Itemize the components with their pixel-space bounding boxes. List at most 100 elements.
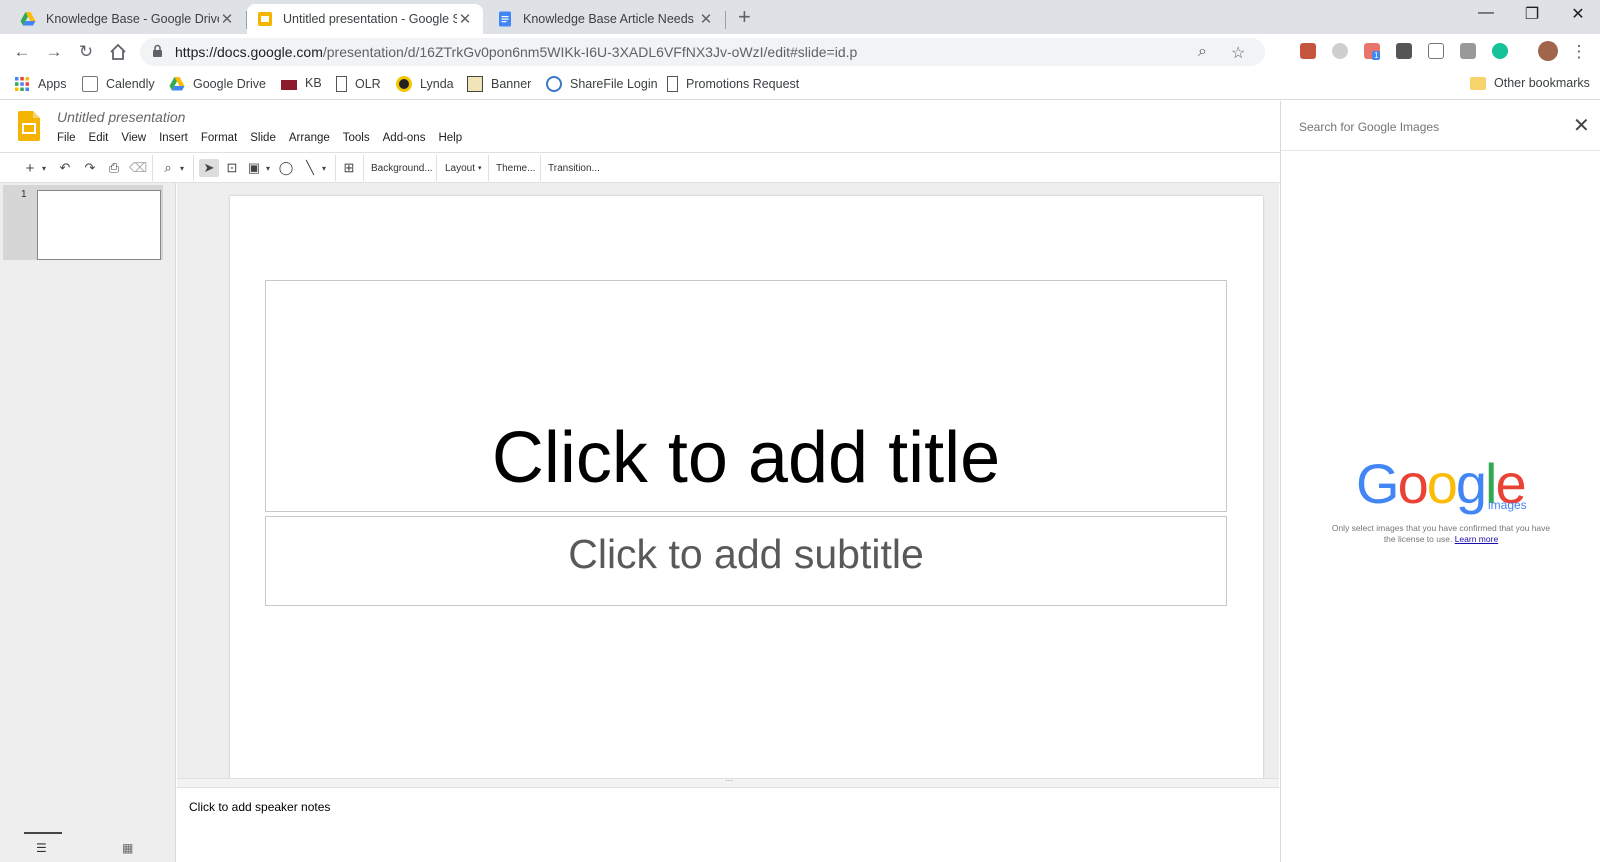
reload-icon[interactable]: ↻ (75, 41, 97, 63)
notification-extension-icon[interactable]: 1 (1364, 43, 1381, 60)
zoom-dropdown-icon[interactable]: ▾ (178, 159, 186, 177)
minimize-icon[interactable]: — (1474, 4, 1498, 22)
google-images-panel: ✕ Google images Only select images that … (1280, 101, 1600, 862)
speaker-notes[interactable]: Click to add speaker notes (177, 788, 1279, 862)
bookmark-lynda[interactable]: Lynda (396, 76, 454, 92)
doc-header: Untitled presentation File Edit View Ins… (0, 101, 1280, 153)
redo-icon[interactable]: ↷ (82, 159, 98, 177)
bookmark-google-drive[interactable]: Google Drive (169, 76, 266, 92)
toolbar-divider (540, 155, 541, 181)
tab-knowledge-base-article[interactable]: Knowledge Base Article Needs - ✕ (487, 4, 724, 34)
bookmark-label: OLR (355, 77, 381, 91)
document-title[interactable]: Untitled presentation (57, 109, 185, 125)
close-tab-icon[interactable]: ✕ (698, 10, 714, 28)
tab-title: Untitled presentation - Google S (283, 12, 457, 26)
acrobat-extension-icon[interactable] (1300, 43, 1316, 59)
list-view-icon[interactable]: ☰ (36, 841, 47, 855)
google-slides-logo[interactable] (18, 111, 40, 141)
pen-extension-icon[interactable] (1460, 43, 1476, 59)
lock-icon (153, 44, 162, 57)
image-icon[interactable]: ▣ (246, 159, 262, 177)
slide-thumbnail-selected[interactable]: 1 (3, 185, 163, 260)
slide-canvas: Click to add title Click to add subtitle (177, 183, 1279, 778)
insert-comment-icon[interactable]: ⊞ (341, 159, 357, 177)
chrome-menu-icon[interactable]: ⋮ (1568, 41, 1590, 63)
bookmark-kb[interactable]: KB (281, 76, 322, 90)
menu-insert[interactable]: Insert (159, 132, 188, 144)
close-window-icon[interactable]: ✕ (1566, 4, 1590, 24)
menu-arrange[interactable]: Arrange (289, 132, 330, 144)
menu-help[interactable]: Help (438, 132, 462, 144)
bookmark-calendly[interactable]: Calendly (82, 76, 155, 92)
line-dropdown-icon[interactable]: ▾ (320, 159, 328, 177)
zoom-icon[interactable]: ⌕ (160, 159, 176, 177)
background-button[interactable]: Background... (371, 159, 433, 177)
bookmark-apps[interactable]: Apps (14, 76, 67, 92)
restore-icon[interactable]: ❐ (1520, 4, 1544, 24)
bookmark-sharefile-login[interactable]: ShareFile Login (546, 76, 658, 92)
print-icon[interactable]: ⎙ (106, 159, 122, 177)
menu-tools[interactable]: Tools (343, 132, 370, 144)
grammarly-icon[interactable] (1492, 43, 1508, 59)
theme-button[interactable]: Theme... (496, 159, 535, 177)
line-icon[interactable]: ╲ (302, 159, 318, 177)
copy-extension-icon[interactable] (1428, 43, 1444, 59)
new-tab-button[interactable]: + (738, 6, 751, 28)
image-search-input[interactable] (1299, 117, 1559, 137)
image-dropdown-icon[interactable]: ▾ (264, 159, 272, 177)
bookmark-banner[interactable]: Banner (467, 76, 531, 92)
profile-avatar[interactable] (1538, 41, 1558, 61)
sharefile-icon (546, 76, 562, 92)
address-bar[interactable]: https://docs.google.com/presentation/d/1… (140, 38, 1265, 66)
select-cursor-icon[interactable]: ➤ (199, 159, 219, 177)
shape-icon[interactable]: ◯ (278, 159, 294, 177)
new-slide-dropdown-icon[interactable]: ▾ (40, 159, 48, 177)
paint-format-icon[interactable]: ⌫ (129, 159, 147, 177)
bookmarks-bar: Apps Calendly Google Drive KB OLR Lynda … (0, 70, 1600, 100)
filmstrip-view-toggle: ☰ ▦ (0, 832, 176, 862)
menu-edit[interactable]: Edit (89, 132, 109, 144)
bookmark-promotions-request[interactable]: Promotions Request (667, 76, 799, 92)
close-icon[interactable]: ✕ (1573, 113, 1590, 138)
close-tab-icon[interactable]: ✕ (219, 10, 235, 28)
back-icon[interactable]: ← (11, 41, 33, 63)
bookmark-star-icon[interactable]: ☆ (1231, 43, 1245, 63)
menu-add-ons[interactable]: Add-ons (383, 132, 426, 144)
forward-icon[interactable]: → (43, 41, 65, 63)
menu-format[interactable]: Format (201, 132, 237, 144)
google-docs-icon (499, 11, 511, 27)
page-icon (667, 76, 678, 92)
banner-icon (467, 76, 483, 92)
menu-file[interactable]: File (57, 132, 76, 144)
learn-more-link[interactable]: Learn more (1455, 534, 1498, 544)
text-box-icon[interactable]: ⊡ (224, 159, 240, 177)
other-bookmarks[interactable]: Other bookmarks (1470, 76, 1590, 90)
layout-label: Layout (445, 162, 476, 174)
menu-slide[interactable]: Slide (250, 132, 276, 144)
folder-icon (1470, 76, 1486, 90)
circle-extension-icon[interactable] (1332, 43, 1348, 59)
pin-extension-icon[interactable] (1396, 43, 1412, 59)
subtitle-placeholder[interactable]: Click to add subtitle (265, 516, 1227, 606)
undo-icon[interactable]: ↶ (57, 159, 73, 177)
close-tab-icon[interactable]: ✕ (457, 10, 473, 28)
transition-button[interactable]: Transition... (548, 159, 600, 177)
tab-google-drive[interactable]: Knowledge Base - Google Drive ✕ (10, 4, 245, 34)
title-placeholder[interactable]: Click to add title (265, 280, 1227, 512)
layout-button[interactable]: Layout ▾ (445, 159, 482, 177)
tab-untitled-presentation[interactable]: Untitled presentation - Google S ✕ (247, 4, 483, 34)
slide-thumbnail[interactable] (37, 190, 161, 260)
notes-resize-handle[interactable]: ⋯ (177, 776, 1279, 788)
new-slide-icon[interactable]: + (22, 159, 38, 177)
grid-view-icon[interactable]: ▦ (122, 841, 133, 855)
home-icon[interactable] (107, 41, 129, 63)
menu-view[interactable]: View (121, 132, 146, 144)
speaker-notes-placeholder: Click to add speaker notes (189, 800, 331, 814)
filmstrip-view-underline (24, 832, 62, 834)
toolbar-divider (152, 155, 153, 181)
bookmark-olr[interactable]: OLR (336, 76, 381, 92)
tab-divider (725, 11, 726, 29)
zoom-icon[interactable]: ⌕ (1198, 43, 1207, 61)
toolbar-divider (436, 155, 437, 181)
slide[interactable]: Click to add title Click to add subtitle (230, 196, 1263, 778)
